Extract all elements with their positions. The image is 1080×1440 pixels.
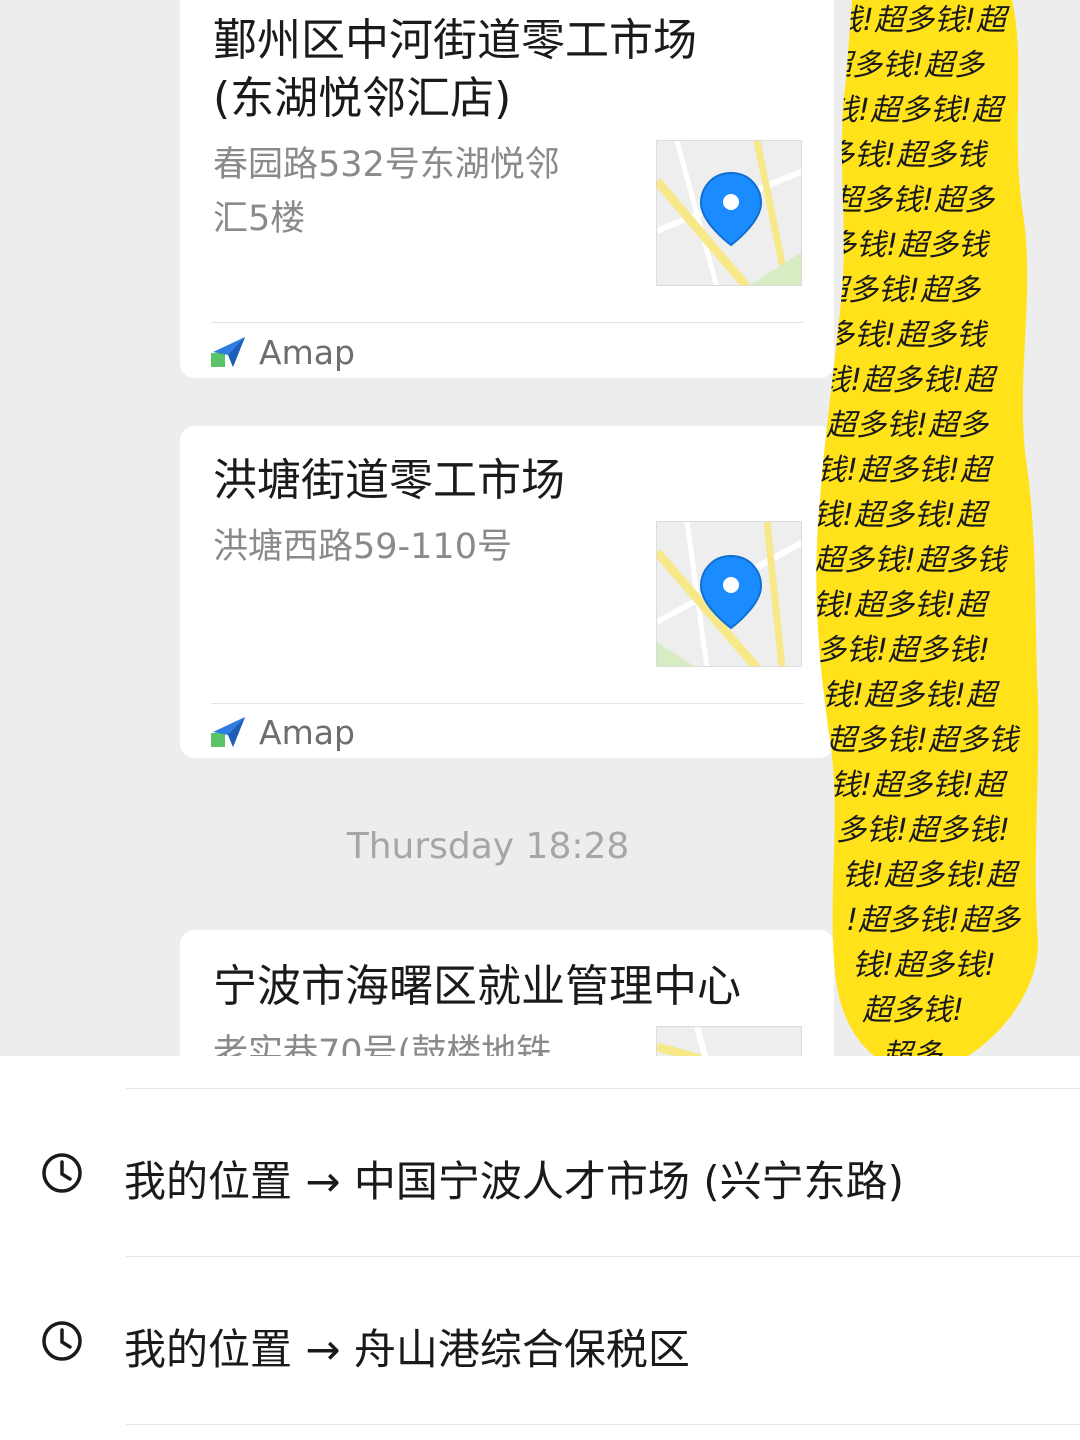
highlighter-overlay: 钱!超多钱!超 超多钱!超多 钱!超多钱!超 多钱!超多钱 !超多钱!超多 多钱… bbox=[812, 0, 1039, 1056]
chat-area[interactable]: 鄞州区中河街道零工市场 (东湖悦邻汇店) 春园路532号东湖悦邻 汇5楼 Ama… bbox=[0, 0, 1080, 1056]
svg-text:超多: 超多 bbox=[882, 1038, 944, 1056]
map-thumbnail[interactable] bbox=[656, 1026, 802, 1056]
history-divider bbox=[126, 1088, 1080, 1089]
svg-text:钱!超多钱!超: 钱!超多钱!超 bbox=[832, 3, 1010, 38]
history-divider bbox=[126, 1256, 1080, 1257]
svg-text:钱!超多钱!超: 钱!超多钱!超 bbox=[816, 453, 994, 488]
history-divider bbox=[126, 1424, 1080, 1425]
svg-text:多钱!超多钱: 多钱!超多钱 bbox=[824, 138, 989, 173]
svg-text:钱!超多钱!超: 钱!超多钱!超 bbox=[812, 498, 990, 533]
location-title: 洪塘街道零工市场 bbox=[213, 455, 565, 506]
svg-text:!超多钱!超多: !超多钱!超多 bbox=[820, 183, 996, 218]
clock-icon bbox=[42, 1153, 82, 1193]
address-line: 春园路532号东湖悦邻 bbox=[213, 145, 560, 185]
map-preview-image bbox=[657, 141, 801, 285]
clock-icon bbox=[42, 1321, 82, 1361]
svg-text:多钱!超多钱: 多钱!超多钱 bbox=[824, 318, 989, 353]
svg-text:多钱!超多钱!: 多钱!超多钱! bbox=[816, 633, 990, 668]
svg-text:钱!超多钱!超: 钱!超多钱!超 bbox=[812, 588, 990, 623]
location-title-line: (东湖悦邻汇店) bbox=[213, 73, 512, 124]
address-line: 老实巷70号(鼓楼地铁 bbox=[213, 1033, 552, 1056]
map-thumbnail[interactable] bbox=[656, 521, 802, 667]
history-item-label: 我的位置 → 舟山港综合保税区 bbox=[124, 1325, 690, 1374]
svg-text:钱!超多钱!超: 钱!超多钱!超 bbox=[842, 858, 1020, 893]
highlighter-scribble-text: 钱!超多钱!超 超多钱!超多 钱!超多钱!超 多钱!超多钱 !超多钱!超多 多钱… bbox=[812, 3, 1022, 1056]
amap-logo-icon bbox=[211, 717, 245, 747]
source-label: Amap bbox=[259, 712, 355, 752]
map-preview-image bbox=[657, 1027, 801, 1056]
history-item[interactable]: 我的位置 → 舟山港综合保税区 bbox=[0, 1258, 1080, 1424]
location-title: 宁波市海曙区就业管理中心 bbox=[213, 961, 741, 1012]
history-sheet: 我的位置 → 中国宁波人才市场 (兴宁东路) 我的位置 → 舟山港综合保税区 bbox=[0, 1056, 1080, 1440]
svg-text:钱!超多钱!: 钱!超多钱! bbox=[852, 948, 996, 983]
source-row: Amap bbox=[211, 330, 355, 374]
address-line: 汇5楼 bbox=[213, 199, 306, 239]
source-row: Amap bbox=[211, 710, 355, 754]
map-thumbnail[interactable] bbox=[656, 140, 802, 286]
svg-text:钱!超多钱!超: 钱!超多钱!超 bbox=[822, 678, 1000, 713]
source-label: Amap bbox=[259, 332, 355, 372]
amap-logo-icon bbox=[211, 337, 245, 367]
svg-text:!超多钱!超多: !超多钱!超多 bbox=[846, 903, 1022, 938]
svg-text:超多钱!: 超多钱! bbox=[862, 993, 964, 1028]
history-item[interactable]: 我的位置 → 中国宁波人才市场 (兴宁东路) bbox=[0, 1090, 1080, 1256]
location-title: 鄞州区中河街道零工市场 (东湖悦邻汇店) bbox=[213, 12, 813, 128]
map-preview-image bbox=[657, 522, 801, 666]
svg-text:超多钱!超多钱: 超多钱!超多钱 bbox=[826, 723, 1021, 758]
location-title-line: 鄞州区中河街道零工市场 bbox=[213, 15, 697, 66]
svg-text:钱!超多钱!超: 钱!超多钱!超 bbox=[828, 93, 1006, 128]
location-card[interactable]: 宁波市海曙区就业管理中心 老实巷70号(鼓楼地铁 bbox=[180, 930, 834, 1056]
svg-text:多钱!超多钱!: 多钱!超多钱! bbox=[836, 813, 1010, 848]
address-line: 洪塘西路59-110号 bbox=[213, 527, 512, 567]
chat-timestamp: Thursday 18:28 bbox=[346, 826, 630, 867]
location-address: 洪塘西路59-110号 bbox=[213, 520, 623, 574]
location-card[interactable]: 鄞州区中河街道零工市场 (东湖悦邻汇店) 春园路532号东湖悦邻 汇5楼 Ama… bbox=[180, 0, 834, 378]
location-card[interactable]: 洪塘街道零工市场 洪塘西路59-110号 Amap bbox=[180, 426, 834, 758]
svg-text:超多钱!超多: 超多钱!超多 bbox=[818, 273, 982, 308]
card-divider bbox=[211, 703, 803, 704]
svg-text:超多钱!超多: 超多钱!超多 bbox=[826, 408, 990, 443]
svg-text:钱!超多钱!超: 钱!超多钱!超 bbox=[830, 768, 1008, 803]
history-item-label: 我的位置 → 中国宁波人才市场 (兴宁东路) bbox=[124, 1157, 905, 1206]
svg-text:多钱!超多钱: 多钱!超多钱 bbox=[826, 228, 991, 263]
svg-text:超多钱!超多: 超多钱!超多 bbox=[822, 48, 986, 83]
svg-text:钱!超多钱!超: 钱!超多钱!超 bbox=[820, 363, 998, 398]
location-address: 老实巷70号(鼓楼地铁 bbox=[213, 1026, 623, 1056]
card-divider bbox=[211, 322, 803, 323]
svg-text:超多钱!超多钱: 超多钱!超多钱 bbox=[814, 543, 1009, 578]
location-address: 春园路532号东湖悦邻 汇5楼 bbox=[213, 138, 623, 246]
